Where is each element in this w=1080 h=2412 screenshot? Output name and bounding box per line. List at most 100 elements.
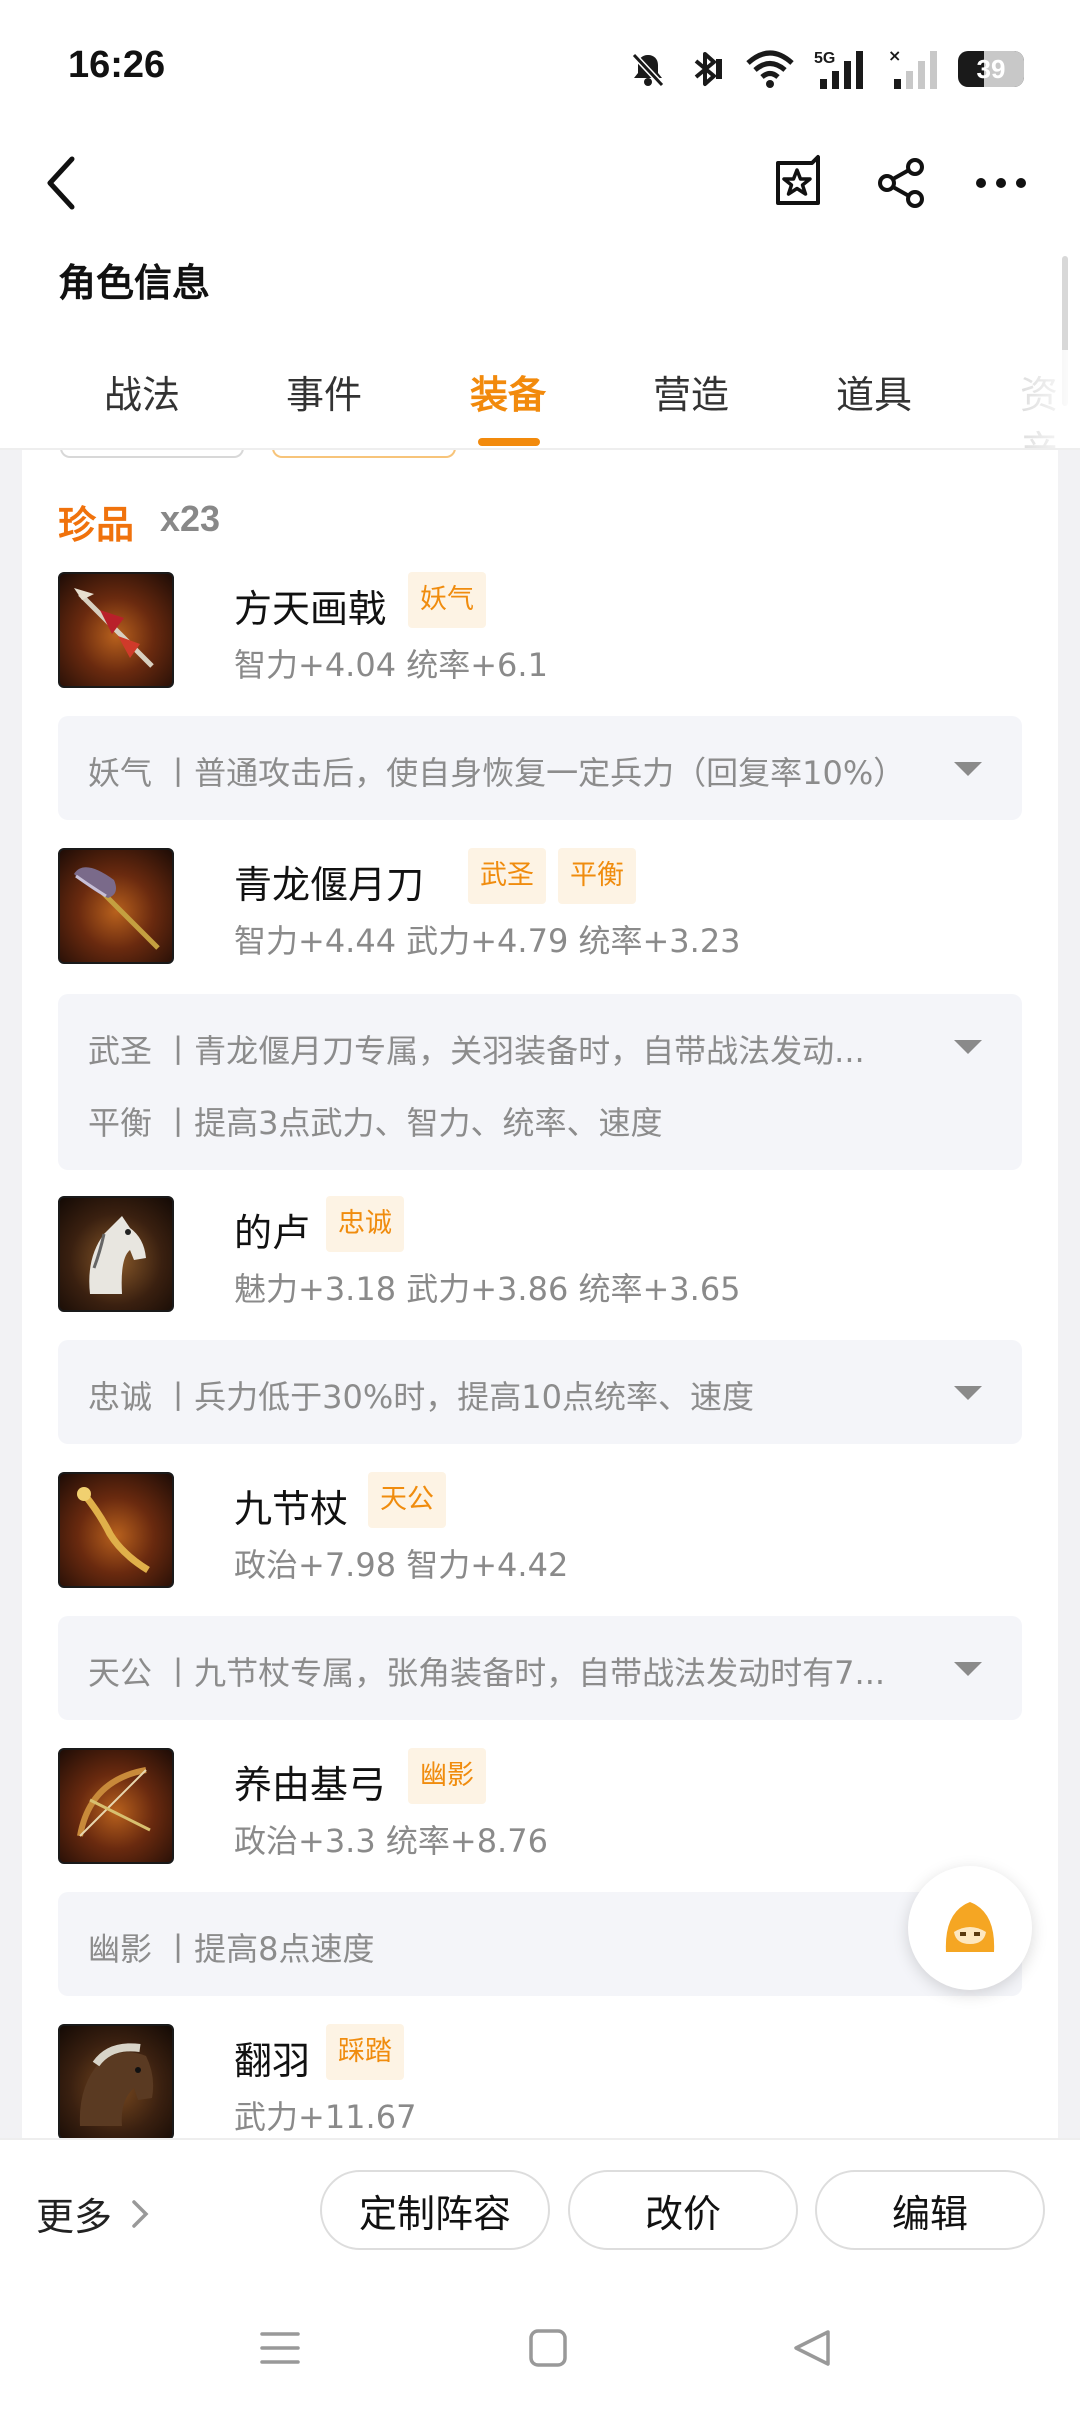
equipment-item[interactable]: 方天画戟 妖气 智力+4.04 统率+6.1: [58, 572, 1022, 688]
tab-zhuangbei[interactable]: 装备: [470, 364, 546, 419]
back-triangle-icon: [794, 2330, 830, 2366]
more-label: 更多: [36, 2195, 113, 2239]
glaive-icon: [74, 867, 160, 950]
status-bar: 16:26 5G × 39: [0, 0, 1080, 140]
equipment-item[interactable]: 养由基弓 幽影 政治+3.3 统率+8.76: [58, 1748, 1022, 1864]
description-line: 幽影 丨提高8点速度: [88, 1930, 375, 1968]
item-tags: 忠诚: [326, 1196, 404, 1252]
item-thumbnail: [58, 1472, 174, 1588]
expand-caret-icon[interactable]: [954, 1662, 982, 1676]
more-link[interactable]: 更多: [36, 2186, 150, 2241]
battery-level: 39: [976, 53, 1006, 84]
filter-chip-active[interactable]: [272, 450, 456, 458]
bow-icon: [77, 1767, 151, 1837]
expand-caret-icon[interactable]: [954, 762, 982, 776]
section-title: 珍品: [58, 503, 135, 547]
item-tags: 幽影: [408, 1748, 486, 1804]
tab-fade-overlay: [980, 350, 1080, 450]
back-button[interactable]: [36, 148, 84, 218]
item-stats: 智力+4.44 武力+4.79 统率+3.23: [234, 922, 741, 960]
equipment-item[interactable]: 翻羽 踩踏 武力+11.67: [58, 2024, 1022, 2138]
bluetooth-icon: [694, 52, 722, 86]
item-tag: 妖气: [408, 572, 486, 628]
item-stats: 魅力+3.18 武力+3.86 统率+3.65: [234, 1270, 741, 1308]
system-nav-bar: [0, 2278, 1080, 2412]
equipment-item[interactable]: 九节杖 天公 政治+7.98 智力+4.42: [58, 1472, 1022, 1588]
item-description[interactable]: 武圣 丨青龙偃月刀专属，关羽装备时，自带战法发动... 平衡 丨提高3点武力、智…: [58, 994, 1022, 1170]
description-line: 妖气 丨普通攻击后，使自身恢复一定兵力（回复率10%）: [88, 754, 906, 792]
svg-text:×: ×: [888, 47, 901, 65]
item-tag: 天公: [368, 1472, 446, 1528]
home-button[interactable]: [508, 2308, 588, 2388]
item-thumbnail: [58, 1748, 174, 1864]
assistant-fab[interactable]: [908, 1866, 1032, 1990]
expand-caret-icon[interactable]: [954, 1386, 982, 1400]
tab-shijian[interactable]: 事件: [286, 364, 362, 419]
status-time: 16:26: [68, 44, 166, 86]
item-stats: 武力+11.67: [234, 2098, 417, 2136]
recent-apps-button[interactable]: [240, 2308, 320, 2388]
item-name: 翻羽: [234, 2039, 311, 2083]
network-label: 5G: [814, 50, 835, 67]
change-price-button[interactable]: 改价: [568, 2170, 798, 2250]
warhorse-icon: [79, 2043, 154, 2126]
item-thumbnail: [58, 848, 174, 964]
item-tag: 踩踏: [326, 2024, 404, 2080]
item-stats: 智力+4.04 统率+6.1: [234, 646, 548, 684]
more-button[interactable]: [966, 148, 1036, 218]
bell-muted-icon: [631, 52, 665, 88]
assistant-mascot-icon: [945, 1902, 995, 1952]
star-bookmark-icon: [776, 155, 820, 205]
item-name: 青龙偃月刀: [234, 863, 425, 907]
share-button[interactable]: [866, 148, 936, 218]
bottom-action-bar: 更多 定制阵容 改价 编辑: [0, 2138, 1080, 2278]
section-count: x23: [160, 498, 221, 539]
item-description[interactable]: 天公 丨九节杖专属，张角装备时，自带战法发动时有7...: [58, 1616, 1022, 1720]
description-line: 武圣 丨青龙偃月刀专属，关羽装备时，自带战法发动...: [88, 1032, 865, 1070]
tab-bar: 战法 事件 装备 营造 道具 资产: [0, 350, 1080, 472]
item-tag: 平衡: [558, 848, 636, 904]
back-nav-button[interactable]: [772, 2308, 852, 2388]
signal-weak-icon: ×: [888, 47, 937, 89]
active-tab-indicator: [478, 438, 540, 446]
chevron-right-icon: [132, 2199, 149, 2228]
edit-button[interactable]: 编辑: [815, 2170, 1045, 2250]
tab-yingzao[interactable]: 营造: [653, 364, 729, 419]
item-tag: 武圣: [468, 848, 546, 904]
filter-chip[interactable]: [60, 450, 244, 458]
expand-caret-icon[interactable]: [954, 1040, 982, 1054]
status-icons: 5G × 39: [628, 44, 1024, 94]
item-tags: 武圣 平衡: [468, 848, 636, 904]
description-line: 天公 丨九节杖专属，张角装备时，自带战法发动时有7...: [88, 1654, 886, 1692]
item-tag: 忠诚: [326, 1196, 404, 1252]
item-description[interactable]: 幽影 丨提高8点速度: [58, 1892, 1022, 1996]
item-tags: 天公: [368, 1472, 446, 1528]
item-description[interactable]: 妖气 丨普通攻击后，使自身恢复一定兵力（回复率10%）: [58, 716, 1022, 820]
item-thumbnail: [58, 2024, 174, 2138]
tab-daoju[interactable]: 道具: [836, 364, 912, 419]
item-thumbnail: [58, 572, 174, 688]
custom-lineup-button[interactable]: 定制阵容: [320, 2170, 550, 2250]
page-title: 角色信息: [58, 261, 211, 305]
item-tags: 妖气: [408, 572, 486, 628]
item-name: 养由基弓: [234, 1763, 387, 1807]
horse-icon: [89, 1216, 146, 1294]
item-name: 方天画戟: [234, 587, 387, 631]
favorite-button[interactable]: [763, 148, 833, 218]
equipment-item[interactable]: 青龙偃月刀 武圣 平衡 智力+4.44 武力+4.79 统率+3.23: [58, 848, 1022, 964]
battery-indicator: 39: [958, 51, 1024, 87]
item-description[interactable]: 忠诚 丨兵力低于30%时，提高10点统率、速度: [58, 1340, 1022, 1444]
equipment-item[interactable]: 的卢 忠诚 魅力+3.18 武力+3.86 统率+3.65: [58, 1196, 1022, 1312]
staff-icon: [77, 1487, 150, 1573]
description-line: 忠诚 丨兵力低于30%时，提高10点统率、速度: [88, 1378, 755, 1416]
home-square-icon: [529, 2329, 567, 2367]
signal-5g-icon: 5G: [814, 50, 863, 89]
item-tags: 踩踏: [326, 2024, 404, 2080]
menu-lines-icon: [260, 2332, 300, 2364]
item-stats: 政治+3.3 统率+8.76: [234, 1822, 548, 1860]
wifi-icon: [746, 50, 794, 88]
equipment-card: 珍品 x23 方天画戟 妖气 智力+4.04 统率+6.1 妖气 丨普通攻击后，…: [22, 450, 1058, 2138]
item-tag: 幽影: [408, 1748, 486, 1804]
share-icon: [878, 158, 924, 208]
tab-zhanfa[interactable]: 战法: [104, 364, 180, 419]
